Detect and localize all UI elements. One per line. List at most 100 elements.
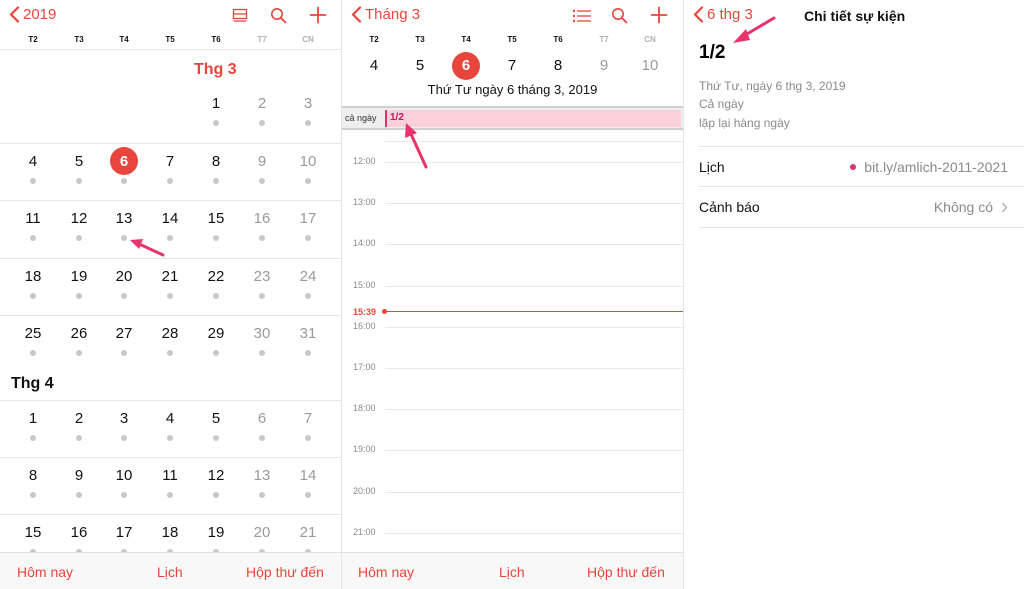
hour-line: [385, 285, 683, 287]
day-cell[interactable]: 10: [290, 153, 326, 170]
day-cell[interactable]: 17: [106, 524, 142, 541]
day-cell[interactable]: 18: [15, 268, 51, 285]
event-dot: [76, 350, 82, 356]
day-view-navbar: Tháng 3: [342, 0, 683, 34]
chevron-left-icon: [351, 6, 362, 23]
tab-today[interactable]: Hôm nay: [358, 564, 414, 580]
day-cell[interactable]: 3: [106, 410, 142, 427]
day-cell[interactable]: 8: [540, 57, 576, 74]
day-cell[interactable]: 20: [106, 268, 142, 285]
day-cell[interactable]: 5: [402, 57, 438, 74]
event-dot: [213, 235, 219, 241]
hour-line: [385, 326, 683, 328]
alert-row-value: Không có: [934, 199, 1008, 215]
day-cell[interactable]: 13: [244, 467, 280, 484]
day-cell[interactable]: 18: [152, 524, 188, 541]
event-dot: [121, 235, 127, 241]
day-cell[interactable]: 7: [290, 410, 326, 427]
day-cell[interactable]: 10: [632, 57, 668, 74]
day-cell[interactable]: 21: [152, 268, 188, 285]
back-to-year-button[interactable]: 2019: [9, 6, 56, 23]
day-cell[interactable]: 11: [15, 210, 51, 227]
day-cell[interactable]: 20: [244, 524, 280, 541]
month-view-panel: 2019 T2 T3 T4 T5 T6 T7 CN Thg 3 Thg 4 12345678…: [0, 0, 341, 589]
day-cell[interactable]: 2: [61, 410, 97, 427]
hour-line: [385, 409, 683, 411]
day-cell[interactable]: 6: [244, 410, 280, 427]
day-cell[interactable]: 23: [244, 268, 280, 285]
section-divider: [699, 146, 1024, 147]
day-cell[interactable]: 29: [198, 325, 234, 342]
day-cell[interactable]: 16: [244, 210, 280, 227]
day-cell[interactable]: 8: [15, 467, 51, 484]
search-icon[interactable]: [611, 7, 628, 24]
add-icon[interactable]: [309, 6, 327, 24]
weekday-label: CN: [644, 35, 656, 44]
back-to-month-button[interactable]: Tháng 3: [351, 6, 420, 23]
day-cell[interactable]: 4: [15, 153, 51, 170]
weekday-label: CN: [302, 35, 314, 44]
day-cell[interactable]: 3: [290, 95, 326, 112]
day-cell[interactable]: 15: [198, 210, 234, 227]
day-cell[interactable]: 13: [106, 210, 142, 227]
day-cell[interactable]: 6: [448, 57, 484, 74]
chevron-left-icon: [9, 6, 20, 23]
search-icon[interactable]: [270, 7, 287, 24]
day-cell[interactable]: 24: [290, 268, 326, 285]
day-cell[interactable]: 15: [15, 524, 51, 541]
day-cell[interactable]: 9: [244, 153, 280, 170]
day-cell[interactable]: 16: [61, 524, 97, 541]
tab-inbox[interactable]: Hộp thư đến: [246, 564, 324, 580]
row-divider: [699, 186, 1024, 187]
day-cell[interactable]: 14: [152, 210, 188, 227]
tab-inbox[interactable]: Hộp thư đến: [587, 564, 665, 580]
day-cell[interactable]: 19: [198, 524, 234, 541]
day-cell[interactable]: 7: [494, 57, 530, 74]
day-cell[interactable]: 9: [61, 467, 97, 484]
tab-calendars[interactable]: Lịch: [499, 564, 525, 580]
day-cell[interactable]: 10: [106, 467, 142, 484]
day-cell[interactable]: 5: [198, 410, 234, 427]
day-view-panel: Tháng 3 T2 T3 T4 T5 T6 T7 CN 4 5 6 7 8 9 10 Thứ Tư n…: [342, 0, 683, 589]
week-divider: [0, 200, 341, 201]
day-cell[interactable]: 28: [152, 325, 188, 342]
tab-calendars[interactable]: Lịch: [157, 564, 183, 580]
list-icon[interactable]: [572, 9, 592, 23]
day-cell[interactable]: 5: [61, 153, 97, 170]
inbox-tray-icon[interactable]: [232, 8, 248, 24]
day-cell[interactable]: 1: [198, 95, 234, 112]
day-cell[interactable]: 30: [244, 325, 280, 342]
event-dot: [259, 435, 265, 441]
day-cell[interactable]: 19: [61, 268, 97, 285]
all-day-label: cả ngày: [345, 113, 377, 123]
day-cell[interactable]: 6: [106, 153, 142, 170]
tab-today[interactable]: Hôm nay: [17, 564, 73, 580]
calendar-row-value: bit.ly/amlich-2011-2021: [850, 159, 1008, 175]
weekday-header: T2 T3 T4 T5 T6 T7 CN: [342, 35, 683, 49]
add-icon[interactable]: [650, 6, 668, 24]
hour-label: 18:00: [353, 403, 376, 414]
day-cell[interactable]: 25: [15, 325, 51, 342]
event-repeat: lặp lại hàng ngày: [699, 116, 790, 130]
day-cell[interactable]: 4: [152, 410, 188, 427]
day-cell[interactable]: 27: [106, 325, 142, 342]
day-cell[interactable]: 12: [61, 210, 97, 227]
day-cell[interactable]: 8: [198, 153, 234, 170]
day-cell[interactable]: 17: [290, 210, 326, 227]
weekday-label: T5: [165, 35, 175, 44]
day-cell[interactable]: 11: [152, 467, 188, 484]
day-cell[interactable]: 22: [198, 268, 234, 285]
day-cell[interactable]: 21: [290, 524, 326, 541]
day-cell[interactable]: 9: [586, 57, 622, 74]
day-cell[interactable]: 1: [15, 410, 51, 427]
hour-line: [385, 203, 683, 205]
day-cell[interactable]: 14: [290, 467, 326, 484]
day-cell[interactable]: 2: [244, 95, 280, 112]
day-cell[interactable]: 7: [152, 153, 188, 170]
day-cell[interactable]: 12: [198, 467, 234, 484]
event-dot: [305, 120, 311, 126]
day-cell[interactable]: 31: [290, 325, 326, 342]
day-cell[interactable]: 4: [356, 57, 392, 74]
day-cell[interactable]: 26: [61, 325, 97, 342]
date-caption: Thứ Tư ngày 6 tháng 3, 2019: [427, 82, 598, 97]
